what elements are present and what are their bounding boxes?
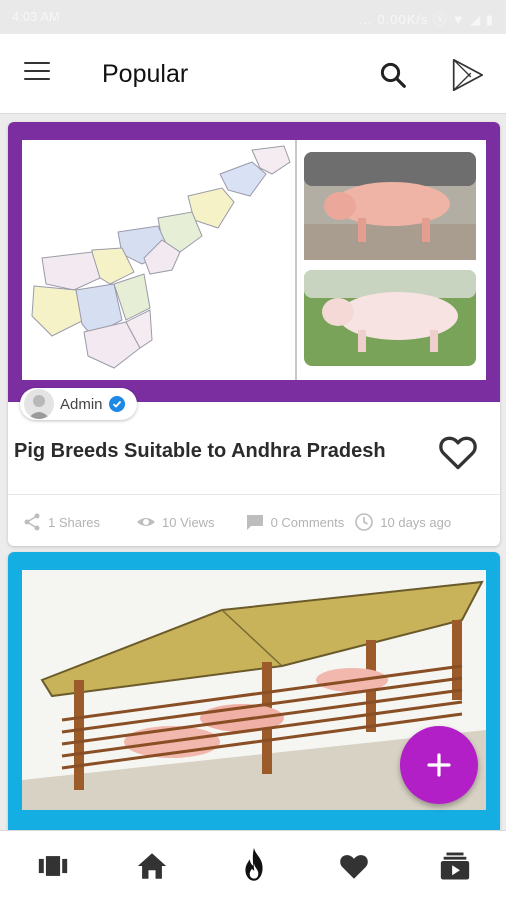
add-post-button[interactable]	[400, 726, 478, 804]
home-icon[interactable]	[135, 849, 169, 883]
status-time: 4:03 AM	[12, 9, 60, 24]
app-bar: Popular	[0, 34, 506, 114]
time-ago: 10 days ago	[380, 514, 452, 530]
shares-stat[interactable]: 1 Shares	[22, 512, 100, 532]
views-count: 10 Views	[162, 514, 215, 530]
shares-count: 1 Shares	[48, 514, 101, 530]
post-card[interactable]: Admin Pig Breeds Suitable to Andhra Prad…	[8, 122, 500, 546]
eye-icon	[137, 518, 156, 526]
comment-icon	[246, 515, 263, 530]
post-image-frame[interactable]	[8, 122, 500, 402]
author-chip[interactable]: Admin	[20, 388, 137, 420]
search-icon[interactable]	[378, 60, 408, 90]
share-icon	[24, 513, 40, 531]
time-stat: 10 days ago	[354, 512, 451, 532]
page-title: Popular	[102, 60, 189, 88]
comments-stat[interactable]: 0 Comments	[245, 512, 345, 532]
verified-badge-icon	[108, 396, 125, 412]
carousel-icon[interactable]	[36, 849, 70, 883]
status-indicators: ... 0.00K/s ⓢ ▼ ◢ ▮	[359, 12, 494, 27]
favorite-heart-icon[interactable]	[436, 430, 480, 474]
views-stat: 10 Views	[136, 512, 215, 532]
author-name: Admin	[60, 395, 103, 413]
menu-icon[interactable]	[24, 62, 54, 86]
post-image	[22, 140, 486, 380]
avatar	[24, 389, 54, 419]
status-bar: 4:03 AM ... 0.00K/s ⓢ ▼ ◢ ▮	[0, 0, 506, 34]
clock-icon	[355, 513, 374, 531]
bottom-navigation	[0, 830, 506, 900]
feed: Admin Pig Breeds Suitable to Andhra Prad…	[0, 114, 506, 830]
video-library-icon[interactable]	[438, 849, 472, 883]
post-stats: 1 Shares 10 Views 0 Comments 10 days ago	[22, 510, 492, 534]
plus-icon	[427, 753, 451, 777]
post-title[interactable]: Pig Breeds Suitable to Andhra Pradesh	[14, 440, 386, 463]
map-and-pigs-image	[22, 140, 486, 380]
fire-icon[interactable]	[236, 845, 272, 885]
comments-count: 0 Comments	[270, 514, 345, 530]
divider	[8, 494, 500, 495]
heart-icon[interactable]	[337, 849, 371, 883]
play-store-icon[interactable]	[448, 56, 486, 94]
